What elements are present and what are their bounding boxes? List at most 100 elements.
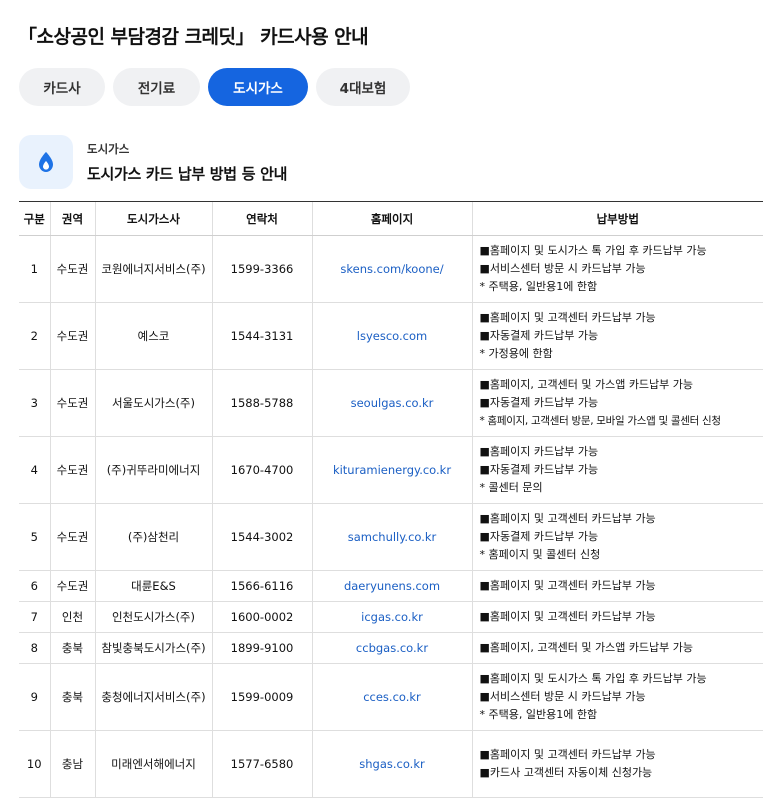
header-region: 권역 — [50, 202, 95, 236]
payment-methods: ■홈페이지 및 고객센터 카드납부 가능 ■자동결제 카드납부 가능 * 홈페이… — [472, 504, 763, 571]
row-region: 충북 — [50, 633, 95, 664]
payment-methods: ■홈페이지 및 고객센터 카드납부 가능 — [472, 602, 763, 633]
method-note: * 주택용, 일반용1에 한함 — [480, 278, 763, 296]
payment-methods: ■홈페이지 및 도시가스 톡 가입 후 카드납부 가능 ■서비스센터 방문 시 … — [472, 236, 763, 303]
method-line: ■서비스센터 방문 시 카드납부 가능 — [480, 688, 763, 706]
row-region: 수도권 — [50, 504, 95, 571]
flame-icon — [36, 151, 56, 173]
table-row: 3 수도권 서울도시가스(주) 1588-5788 seoulgas.co.kr… — [19, 370, 763, 437]
header-phone: 연락처 — [212, 202, 312, 236]
method-line: ■홈페이지 및 고객센터 카드납부 가능 — [480, 309, 763, 327]
homepage-link[interactable]: seoulgas.co.kr — [312, 370, 472, 437]
row-no: 7 — [19, 602, 50, 633]
row-region: 수도권 — [50, 303, 95, 370]
table-row: 2 수도권 예스코 1544-3131 lsyesco.com ■홈페이지 및 … — [19, 303, 763, 370]
method-line: ■홈페이지, 고객센터 및 가스앱 카드납부 가능 — [480, 376, 763, 394]
row-phone: 1899-9100 — [212, 633, 312, 664]
method-line: ■홈페이지 및 고객센터 카드납부 가능 — [480, 746, 763, 764]
table-row: 5 수도권 (주)삼천리 1544-3002 samchully.co.kr ■… — [19, 504, 763, 571]
row-phone: 1599-3366 — [212, 236, 312, 303]
payment-methods: ■홈페이지 및 도시가스 톡 가입 후 카드납부 가능 ■서비스센터 방문 시 … — [472, 664, 763, 731]
row-company: 서울도시가스(주) — [95, 370, 212, 437]
homepage-link[interactable]: ccbgas.co.kr — [312, 633, 472, 664]
row-company: 인천도시가스(주) — [95, 602, 212, 633]
row-no: 4 — [19, 437, 50, 504]
table-header-row: 구분 권역 도시가스사 연락처 홈페이지 납부방법 — [19, 202, 763, 236]
header-homepage: 홈페이지 — [312, 202, 472, 236]
method-line: ■홈페이지 카드납부 가능 — [480, 443, 763, 461]
row-phone: 1544-3002 — [212, 504, 312, 571]
row-no: 6 — [19, 571, 50, 602]
homepage-link[interactable]: daeryunens.com — [312, 571, 472, 602]
header-company: 도시가스사 — [95, 202, 212, 236]
table-row: 4 수도권 (주)귀뚜라미에너지 1670-4700 kituramienerg… — [19, 437, 763, 504]
row-phone: 1599-0009 — [212, 664, 312, 731]
tab-card-company[interactable]: 카드사 — [19, 68, 105, 106]
method-line: ■홈페이지 및 고객센터 카드납부 가능 — [480, 608, 763, 626]
row-no: 5 — [19, 504, 50, 571]
method-line: ■자동결제 카드납부 가능 — [480, 528, 763, 546]
payment-methods: ■홈페이지 카드납부 가능 ■자동결제 카드납부 가능 * 콜센터 문의 — [472, 437, 763, 504]
row-phone: 1588-5788 — [212, 370, 312, 437]
section-header: 도시가스 도시가스 카드 납부 방법 등 안내 — [19, 135, 287, 189]
method-line: ■홈페이지, 고객센터 및 가스앱 카드납부 가능 — [480, 639, 763, 657]
tab-4-insurance[interactable]: 4대보험 — [316, 68, 410, 106]
method-note: * 콜센터 문의 — [480, 479, 763, 497]
page-title: 「소상공인 부담경감 크레딧」 카드사용 안내 — [18, 22, 368, 49]
row-company: 충청에너지서비스(주) — [95, 664, 212, 731]
row-company: (주)삼천리 — [95, 504, 212, 571]
tab-electricity[interactable]: 전기료 — [113, 68, 200, 106]
method-line: ■카드사 고객센터 자동이체 신청가능 — [480, 764, 763, 782]
method-note: * 가정용에 한함 — [480, 345, 763, 363]
gas-company-table: 구분 권역 도시가스사 연락처 홈페이지 납부방법 1 수도권 코원에너지서비스… — [19, 201, 763, 798]
homepage-link[interactable]: kituramienergy.co.kr — [312, 437, 472, 504]
row-no: 3 — [19, 370, 50, 437]
row-no: 8 — [19, 633, 50, 664]
payment-methods: ■홈페이지, 고객센터 및 가스앱 카드납부 가능 ■자동결제 카드납부 가능 … — [472, 370, 763, 437]
method-line: ■홈페이지 및 도시가스 톡 가입 후 카드납부 가능 — [480, 670, 763, 688]
row-company: 코원에너지서비스(주) — [95, 236, 212, 303]
header-no: 구분 — [19, 202, 50, 236]
method-line: ■홈페이지 및 고객센터 카드납부 가능 — [480, 577, 763, 595]
method-line: ■홈페이지 및 도시가스 톡 가입 후 카드납부 가능 — [480, 242, 763, 260]
row-region: 수도권 — [50, 571, 95, 602]
homepage-link[interactable]: shgas.co.kr — [312, 731, 472, 798]
row-company: 미래엔서해에너지 — [95, 731, 212, 798]
row-no: 2 — [19, 303, 50, 370]
row-phone: 1600-0002 — [212, 602, 312, 633]
row-region: 수도권 — [50, 437, 95, 504]
table-row: 1 수도권 코원에너지서비스(주) 1599-3366 skens.com/ko… — [19, 236, 763, 303]
homepage-link[interactable]: icgas.co.kr — [312, 602, 472, 633]
row-phone: 1577-6580 — [212, 731, 312, 798]
header-methods: 납부방법 — [472, 202, 763, 236]
homepage-link[interactable]: cces.co.kr — [312, 664, 472, 731]
row-region: 충북 — [50, 664, 95, 731]
method-line: ■자동결제 카드납부 가능 — [480, 394, 763, 412]
row-company: (주)귀뚜라미에너지 — [95, 437, 212, 504]
homepage-link[interactable]: samchully.co.kr — [312, 504, 472, 571]
table-row: 10 충남 미래엔서해에너지 1577-6580 shgas.co.kr ■홈페… — [19, 731, 763, 798]
homepage-link[interactable]: skens.com/koone/ — [312, 236, 472, 303]
section-category: 도시가스 — [87, 141, 287, 157]
method-line: ■자동결제 카드납부 가능 — [480, 327, 763, 345]
tab-city-gas[interactable]: 도시가스 — [208, 68, 308, 106]
table-row: 8 충북 참빛충북도시가스(주) 1899-9100 ccbgas.co.kr … — [19, 633, 763, 664]
payment-methods: ■홈페이지 및 고객센터 카드납부 가능 ■카드사 고객센터 자동이체 신청가능 — [472, 731, 763, 798]
row-region: 수도권 — [50, 236, 95, 303]
homepage-link[interactable]: lsyesco.com — [312, 303, 472, 370]
table-row: 9 충북 충청에너지서비스(주) 1599-0009 cces.co.kr ■홈… — [19, 664, 763, 731]
row-no: 1 — [19, 236, 50, 303]
section-icon-box — [19, 135, 73, 189]
payment-methods: ■홈페이지 및 고객센터 카드납부 가능 ■자동결제 카드납부 가능 * 가정용… — [472, 303, 763, 370]
row-company: 대륜E&S — [95, 571, 212, 602]
table-row: 7 인천 인천도시가스(주) 1600-0002 icgas.co.kr ■홈페… — [19, 602, 763, 633]
table-row: 6 수도권 대륜E&S 1566-6116 daeryunens.com ■홈페… — [19, 571, 763, 602]
payment-methods: ■홈페이지, 고객센터 및 가스앱 카드납부 가능 — [472, 633, 763, 664]
method-line: ■서비스센터 방문 시 카드납부 가능 — [480, 260, 763, 278]
row-phone: 1566-6116 — [212, 571, 312, 602]
row-region: 충남 — [50, 731, 95, 798]
method-line: ■홈페이지 및 고객센터 카드납부 가능 — [480, 510, 763, 528]
section-title: 도시가스 카드 납부 방법 등 안내 — [87, 163, 287, 184]
method-note: * 주택용, 일반용1에 한함 — [480, 706, 763, 724]
method-line: ■자동결제 카드납부 가능 — [480, 461, 763, 479]
